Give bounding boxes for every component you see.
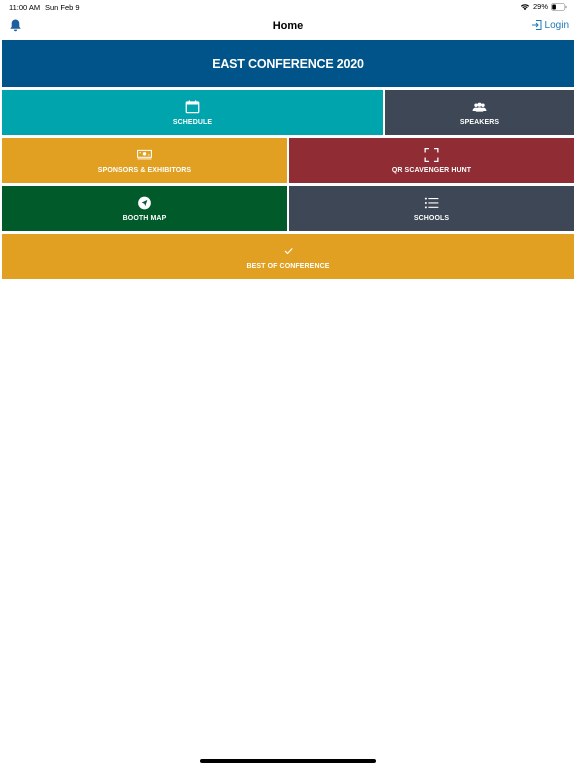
booth-map-tile[interactable]: BOOTH MAP <box>2 186 287 231</box>
money-icon <box>137 149 152 159</box>
navigation-bar: Home Login <box>0 14 576 40</box>
wifi-icon <box>520 3 530 10</box>
calendar-icon <box>185 99 200 113</box>
status-indicators: 29% <box>520 2 567 11</box>
app-screen: 11:00 AM Sun Feb 9 29% Home Login EAST C… <box>0 0 576 768</box>
qr-scan-icon <box>424 147 439 162</box>
login-label: Login <box>544 19 569 31</box>
battery-icon <box>551 2 567 11</box>
conference-banner[interactable]: EAST CONFERENCE 2020 <box>2 40 574 87</box>
status-date: Sun Feb 9 <box>45 3 80 12</box>
sponsors-exhibitors-tile[interactable]: SPONSORS & EXHIBITORS <box>2 138 287 183</box>
schedule-label: SCHEDULE <box>172 118 213 126</box>
battery-percent: 29% <box>532 2 548 11</box>
schedule-tile[interactable]: SCHEDULE <box>2 90 383 135</box>
booth-map-label: BOOTH MAP <box>122 214 167 222</box>
status-time: 11:00 AM <box>9 3 41 12</box>
login-icon <box>531 20 542 30</box>
speakers-tile[interactable]: SPEAKERS <box>385 90 574 135</box>
schools-tile[interactable]: SCHOOLS <box>289 186 574 231</box>
qr-scavenger-hunt-tile[interactable]: QR SCAVENGER HUNT <box>289 138 574 183</box>
navigation-icon <box>138 196 151 209</box>
best-of-conference-tile[interactable]: BEST OF CONFERENCE <box>2 234 574 279</box>
status-bar: 11:00 AM Sun Feb 9 29% <box>0 0 576 14</box>
home-indicator[interactable] <box>200 759 376 763</box>
list-icon <box>424 197 439 208</box>
sponsors-exhibitors-label: SPONSORS & EXHIBITORS <box>97 166 192 174</box>
conference-title: EAST CONFERENCE 2020 <box>212 56 364 71</box>
page-title: Home <box>272 20 304 32</box>
speakers-label: SPEAKERS <box>459 118 500 126</box>
qr-scavenger-hunt-label: QR SCAVENGER HUNT <box>391 166 472 174</box>
best-of-conference-label: BEST OF CONFERENCE <box>246 262 330 270</box>
schools-label: SCHOOLS <box>413 214 450 222</box>
people-icon <box>472 102 487 112</box>
checkmark-icon <box>284 247 293 254</box>
login-button[interactable]: Login <box>531 19 569 31</box>
